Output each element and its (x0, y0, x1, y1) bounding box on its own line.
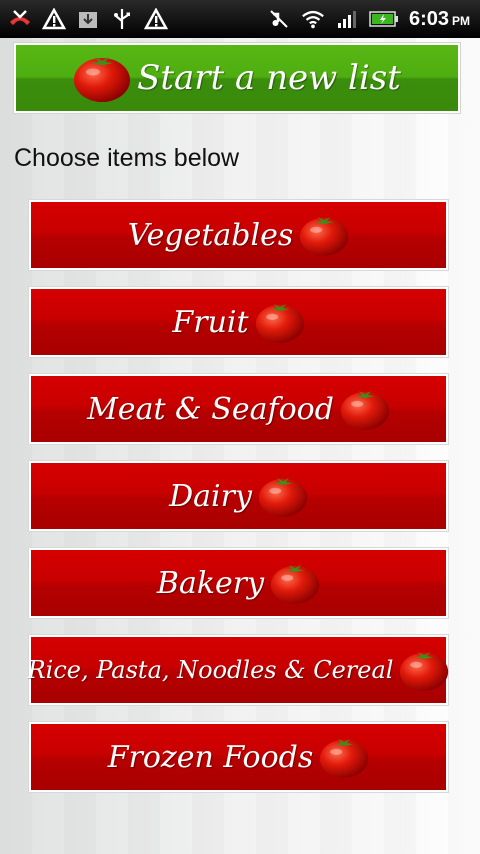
category-label: Rice, Pasta, Noodles & Cereal (27, 656, 394, 684)
mute-icon (267, 7, 291, 31)
wifi-icon (301, 7, 325, 31)
usb-icon (110, 7, 134, 31)
category-meat-seafood-button[interactable]: Meat & Seafood (29, 374, 448, 444)
category-label: Frozen Foods (107, 739, 314, 775)
tomato-icon (300, 216, 349, 256)
tomato-icon (255, 303, 304, 343)
signal-icon (335, 7, 359, 31)
category-list: Vegetables Fruit Meat & Seafood Dairy Ba… (27, 200, 449, 809)
category-dairy-button[interactable]: Dairy (29, 461, 448, 531)
category-label: Meat & Seafood (87, 391, 334, 427)
status-bar: 6:03 PM (0, 0, 480, 38)
start-new-list-label: Start a new list (137, 58, 401, 98)
section-heading: Choose items below (14, 144, 240, 172)
category-bakery-button[interactable]: Bakery (29, 548, 448, 618)
missed-call-icon (8, 7, 32, 31)
download-icon (76, 7, 100, 31)
category-rice-pasta-button[interactable]: Rice, Pasta, Noodles & Cereal (27, 635, 449, 705)
tomato-icon (340, 390, 390, 430)
warning-icon (42, 7, 66, 31)
category-vegetables-button[interactable]: Vegetables (29, 200, 448, 270)
tomato-icon (270, 564, 320, 604)
warning-icon (144, 7, 168, 31)
category-label: Dairy (169, 478, 252, 514)
tomato-icon (74, 57, 131, 102)
category-frozen-foods-button[interactable]: Frozen Foods (29, 722, 448, 792)
category-label: Bakery (156, 565, 265, 601)
tomato-icon (258, 477, 308, 517)
category-label: Vegetables (127, 217, 294, 253)
category-label: Fruit (172, 304, 249, 340)
category-fruit-button[interactable]: Fruit (29, 287, 448, 357)
battery-icon (369, 7, 399, 31)
tomato-icon (320, 738, 369, 778)
tomato-icon (400, 651, 449, 691)
clock: 6:03 PM (408, 7, 470, 30)
start-new-list-button[interactable]: Start a new list (14, 43, 460, 113)
